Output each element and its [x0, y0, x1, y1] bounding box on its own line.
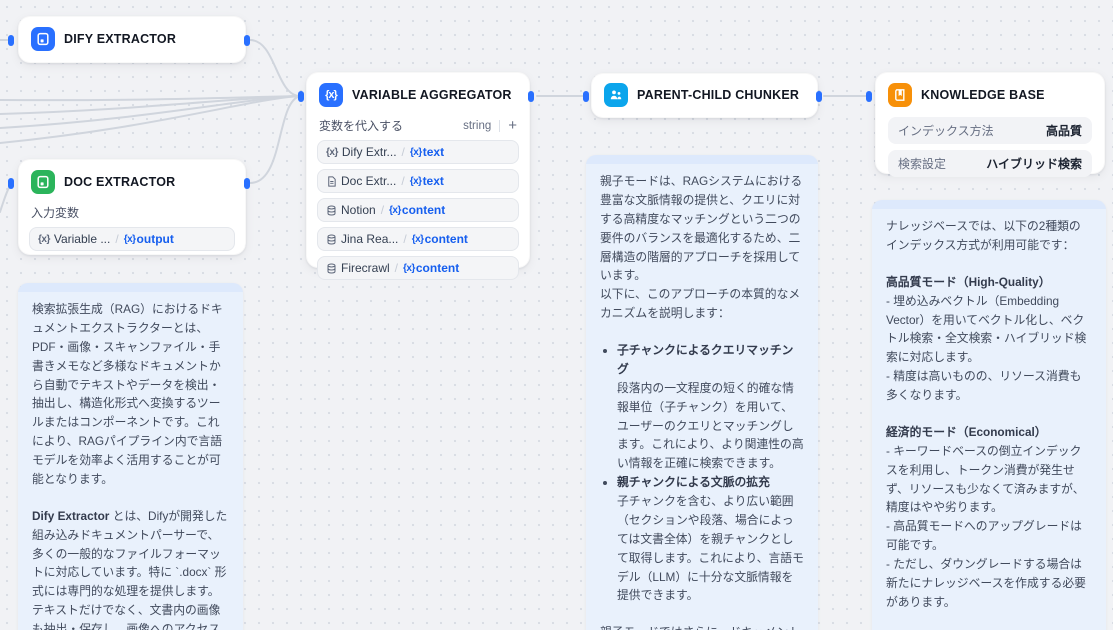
- note-paragraph: 高品質モード（High-Quality）- 埋め込みベクトル（Embedding…: [886, 273, 1092, 405]
- node-title: DIFY EXTRACTOR: [64, 32, 176, 46]
- note-bullet: 親チャンクによる文脈の拡充子チャンクを含む、より広い範囲（セクションや段落、場合…: [617, 473, 804, 605]
- variable-reference: {x}text: [410, 174, 444, 188]
- variable-reference: {x}output: [124, 232, 174, 246]
- book-icon: [888, 83, 912, 107]
- aggregator-variable-row[interactable]: {x} Dify Extr... / {x}text: [317, 140, 519, 164]
- node-title: VARIABLE AGGREGATOR: [352, 88, 512, 102]
- node-dify-extractor[interactable]: DIFY EXTRACTOR: [18, 16, 246, 63]
- note-text: 親子モードは、RAGシステムにおける豊富な文脈情報の提供と、クエリに対する高精度…: [586, 164, 818, 630]
- chunker-input-handle[interactable]: [583, 91, 589, 102]
- note-header: [18, 283, 243, 292]
- separator: /: [400, 174, 405, 188]
- file-image-icon: [31, 170, 55, 194]
- note-text: 検索拡張生成（RAG）におけるドキュメントエクストラクターとは、PDF・画像・ス…: [18, 292, 243, 630]
- knowledge-base-setting-row[interactable]: 検索設定 ハイブリッド検索: [888, 150, 1092, 177]
- note-header: [586, 155, 818, 164]
- note-doc-extractor[interactable]: 検索拡張生成（RAG）におけるドキュメントエクストラクターとは、PDF・画像・ス…: [18, 283, 243, 630]
- edge-dify-to-aggregator: [250, 40, 300, 96]
- node-knowledge-base[interactable]: KNOWLEDGE BASE インデックス方法 高品質検索設定 ハイブリッド検索: [875, 72, 1105, 174]
- separator: /: [380, 203, 385, 217]
- file-image-icon: [31, 27, 55, 51]
- doc-extractor-output-handle[interactable]: [244, 178, 250, 189]
- workflow-canvas[interactable]: DIFY EXTRACTOR DOC EXTRACTOR 入力変数 {x} Var…: [0, 0, 1113, 630]
- database-icon: [326, 205, 337, 216]
- setting-value: 高品質: [1046, 122, 1082, 139]
- database-icon: [326, 234, 337, 245]
- knowledge-base-input-handle[interactable]: [866, 91, 872, 102]
- note-text: ナレッジベースでは、以下の2種類のインデックス方式が利用可能です： 高品質モード（…: [872, 209, 1106, 630]
- doc-extractor-input-handle[interactable]: [8, 178, 14, 189]
- braces-x-icon: {x}: [319, 83, 343, 107]
- knowledge-base-setting-row[interactable]: インデックス方法 高品質: [888, 117, 1092, 144]
- note-paragraph: 親子モードではさらに、ドキュメント形式や利用シーンに応じてチャンクの長さや重複部…: [600, 623, 804, 630]
- doc-extractor-variable-row[interactable]: {x} Variable ... / {x}output: [29, 227, 235, 251]
- aggregator-variable-row[interactable]: Jina Rea... / {x}content: [317, 227, 519, 251]
- document-icon: [326, 176, 337, 187]
- divider: [499, 120, 500, 132]
- chunker-output-handle[interactable]: [816, 91, 822, 102]
- node-parent-child-chunker[interactable]: PARENT-CHILD CHUNKER: [591, 73, 818, 118]
- setting-label: インデックス方法: [898, 122, 994, 139]
- note-paragraph: 親子モードは、RAGシステムにおける豊富な文脈情報の提供と、クエリに対する高精度…: [600, 172, 804, 323]
- separator: /: [402, 232, 407, 246]
- variable-reference: {x}content: [403, 261, 459, 275]
- node-title: DOC EXTRACTOR: [64, 175, 175, 189]
- database-icon: [326, 263, 337, 274]
- add-variable-button[interactable]: +: [508, 118, 517, 133]
- variable-reference: {x}text: [410, 145, 444, 159]
- assign-variable-label: 変数を代入する: [319, 117, 455, 134]
- note-paragraph: Dify Extractor とは、Difyが開発した組み込みドキュメントパーサ…: [32, 507, 229, 630]
- source-node-label: Jina Rea...: [341, 232, 398, 246]
- node-title: PARENT-CHILD CHUNKER: [637, 88, 799, 102]
- note-header: [872, 200, 1106, 209]
- dify-extractor-input-handle[interactable]: [8, 35, 14, 46]
- braces-x-icon: {x}: [38, 234, 50, 245]
- node-doc-extractor[interactable]: DOC EXTRACTOR 入力変数 {x} Variable ... / {x}ou…: [18, 159, 246, 255]
- separator: /: [394, 261, 399, 275]
- separator: /: [401, 145, 406, 159]
- note-knowledge-base[interactable]: ナレッジベースでは、以下の2種類のインデックス方式が利用可能です： 高品質モード（…: [872, 200, 1106, 630]
- source-node-label: Notion: [341, 203, 376, 217]
- edge-left-4: [0, 96, 300, 143]
- separator: /: [114, 232, 119, 246]
- dify-extractor-output-handle[interactable]: [244, 35, 250, 46]
- aggregator-output-handle[interactable]: [528, 91, 534, 102]
- aggregator-variable-row[interactable]: Notion / {x}content: [317, 198, 519, 222]
- variable-reference: {x}content: [389, 203, 445, 217]
- output-type-label: string: [463, 120, 491, 132]
- aggregator-variable-row[interactable]: Doc Extr... / {x}text: [317, 169, 519, 193]
- node-variable-aggregator[interactable]: {x} VARIABLE AGGREGATOR 変数を代入する string +…: [306, 72, 530, 268]
- input-variables-label: 入力変数: [19, 204, 245, 221]
- aggregator-variable-row[interactable]: Firecrawl / {x}content: [317, 256, 519, 280]
- note-paragraph: 検索拡張生成（RAG）におけるドキュメントエクストラクターとは、PDF・画像・ス…: [32, 300, 229, 489]
- note-paragraph: ナレッジベースでは、以下の2種類のインデックス方式が利用可能です：: [886, 217, 1092, 255]
- edge-doc-to-aggregator: [250, 96, 300, 183]
- braces-x-icon: {x}: [326, 147, 338, 158]
- note-parent-child-chunker[interactable]: 親子モードは、RAGシステムにおける豊富な文脈情報の提供と、クエリに対する高精度…: [586, 155, 818, 630]
- source-node-label: Dify Extr...: [342, 145, 397, 159]
- parent-child-people-icon: [604, 83, 628, 107]
- node-title: KNOWLEDGE BASE: [921, 88, 1045, 102]
- note-bullet: 子チャンクによるクエリマッチング段落内の一文程度の短く的確な情報単位（子チャンク…: [617, 341, 804, 473]
- setting-label: 検索設定: [898, 155, 946, 172]
- variable-reference: {x}content: [412, 232, 468, 246]
- note-paragraph: 経済的モード（Economical）- キーワードベースの倒立インデックスを利用…: [886, 423, 1092, 612]
- source-node-label: Firecrawl: [341, 261, 390, 275]
- setting-value: ハイブリッド検索: [986, 155, 1082, 172]
- source-node-label: Variable ...: [54, 232, 110, 246]
- aggregator-input-handle[interactable]: [298, 91, 304, 102]
- source-node-label: Doc Extr...: [341, 174, 396, 188]
